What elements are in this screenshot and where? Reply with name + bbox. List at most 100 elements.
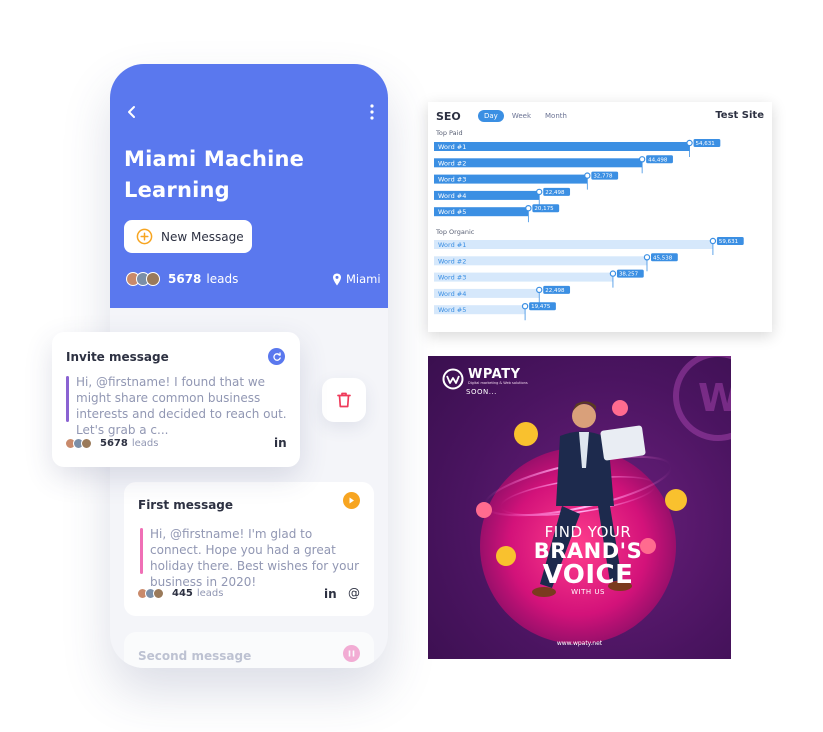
keyword-label: Word #1: [438, 241, 466, 249]
keyword-label: Word #2: [438, 159, 466, 167]
avatar: [153, 588, 164, 599]
svg-text:W: W: [698, 376, 731, 420]
leads-summary: 5678 leads: [126, 272, 238, 286]
lead-avatars: [126, 272, 160, 286]
value-marker-dot: [686, 139, 693, 147]
watermark-logo: W: [673, 356, 731, 441]
plus-circle-icon: [136, 228, 153, 245]
pause-status-icon[interactable]: [343, 645, 360, 662]
poster-url: www.wpaty.net: [556, 640, 603, 647]
keyword-label: Word #5: [438, 208, 466, 216]
emoji-icon: [514, 422, 538, 446]
card-title: First message: [138, 498, 234, 512]
value-marker-dot: [525, 204, 532, 212]
keyword-label: Word #1: [438, 143, 466, 151]
avatar: [81, 438, 92, 449]
accent-bar: [66, 376, 69, 422]
brand-name: WPATY: [468, 367, 521, 382]
headline-line: FIND YOUR: [544, 523, 632, 541]
leads-label: leads: [196, 588, 224, 599]
value-label: 45,538: [653, 255, 673, 261]
value-marker-dot: [536, 188, 543, 196]
new-message-label: New Message: [161, 229, 244, 244]
play-icon: [349, 497, 354, 504]
value-label: 20,175: [534, 206, 554, 212]
heart-icon: [476, 502, 492, 518]
value-marker-dot: [643, 254, 651, 261]
campaign-title: Miami Machine Learning: [124, 147, 305, 202]
leads-summary: 5678 leads: [65, 438, 159, 449]
accent-bar: [140, 528, 143, 574]
message-text: Hi, @firstname! I found that we might sh…: [76, 375, 287, 437]
lead-avatars: [65, 438, 92, 449]
value-label: 38,257: [619, 272, 639, 278]
card-title: Second message: [138, 649, 252, 663]
play-status-icon[interactable]: [343, 492, 360, 509]
invite-message-card[interactable]: Invite message Hi, @firstname! I found t…: [52, 332, 300, 467]
value-marker-dot: [521, 302, 529, 310]
card-title: Invite message: [66, 350, 169, 364]
poster-headline: FIND YOUR BRAND'S VOICE WITH US: [508, 524, 668, 597]
promo-poster: W WPATY Digital marketing & Web solution…: [428, 356, 731, 659]
message-preview: Hi, @firstname! I found that we might sh…: [66, 374, 292, 438]
value-label: 59,631: [719, 239, 738, 245]
pause-icon: [348, 650, 355, 657]
value-label: 22,498: [545, 288, 565, 294]
heart-icon: [612, 400, 628, 416]
leads-count: 5678: [168, 272, 202, 286]
linkedin-icon[interactable]: in: [274, 436, 287, 450]
trash-icon: [337, 392, 351, 408]
value-marker-dot: [584, 172, 591, 179]
poster-artwork: W: [476, 356, 731, 644]
leads-summary: 445 leads: [137, 588, 224, 599]
value-marker-dot: [638, 156, 646, 163]
value-label: 19,475: [531, 304, 551, 310]
location-label: Miami: [346, 272, 381, 286]
leads-label: leads: [131, 438, 159, 449]
keyword-bar: [434, 240, 713, 249]
emoji-icon: [665, 489, 687, 511]
linkedin-icon[interactable]: in: [324, 587, 337, 601]
location: Miami: [332, 272, 381, 286]
keyword-label: Word #3: [438, 176, 466, 184]
delete-button[interactable]: [322, 378, 366, 422]
email-icon[interactable]: @: [348, 586, 360, 600]
keyword-bar: [434, 142, 690, 151]
keyword-bar-charts: Word #1 54,631 Word #2 44,498 Word #3 32,778 W…: [434, 139, 744, 321]
value-label: 32,778: [593, 174, 613, 180]
back-arrow-icon[interactable]: [120, 100, 144, 124]
second-message-card[interactable]: Second message: [124, 632, 374, 668]
headline-line: BRAND'S: [533, 539, 643, 563]
wpaty-logo-icon: [442, 368, 464, 390]
soon-label: SOON...: [466, 388, 497, 396]
keyword-label: Word #4: [438, 290, 466, 298]
keyword-label: Word #5: [438, 306, 466, 314]
value-marker-dot: [609, 270, 617, 277]
keyword-label: Word #4: [438, 192, 466, 200]
first-message-card[interactable]: First message Hi, @firstname! I'm glad t…: [124, 482, 374, 616]
seo-panel: SEO Day Week Month Test Site Top Paid To…: [428, 102, 772, 332]
value-marker-dot: [536, 286, 543, 294]
brand-tagline: Digital marketing & Web solutions: [468, 381, 528, 385]
leads-count: 5678: [100, 438, 128, 449]
more-options-icon[interactable]: [362, 102, 382, 122]
refresh-status-icon[interactable]: [268, 348, 285, 365]
message-text: Hi, @firstname! I'm glad to connect. Hop…: [150, 527, 360, 589]
lead-avatars: [137, 588, 164, 599]
keyword-label: Word #3: [438, 274, 466, 282]
leads-label: leads: [206, 272, 239, 286]
wpaty-logo: WPATY Digital marketing & Web solutions: [442, 368, 528, 390]
value-label: 22,498: [545, 190, 565, 196]
value-label: 54,631: [696, 141, 715, 147]
value-marker-dot: [709, 237, 717, 245]
headline-line: VOICE: [542, 560, 634, 590]
new-message-button[interactable]: New Message: [124, 220, 252, 253]
keyword-label: Word #2: [438, 257, 466, 265]
location-pin-icon: [333, 273, 341, 285]
message-preview: Hi, @firstname! I'm glad to connect. Hop…: [140, 526, 366, 590]
refresh-icon: [272, 351, 281, 361]
campaign-header: Miami Machine Learning New Message 5678 …: [110, 64, 388, 308]
avatar: [146, 272, 160, 286]
leads-count: 445: [172, 588, 193, 599]
headline-line: WITH US: [571, 588, 605, 596]
